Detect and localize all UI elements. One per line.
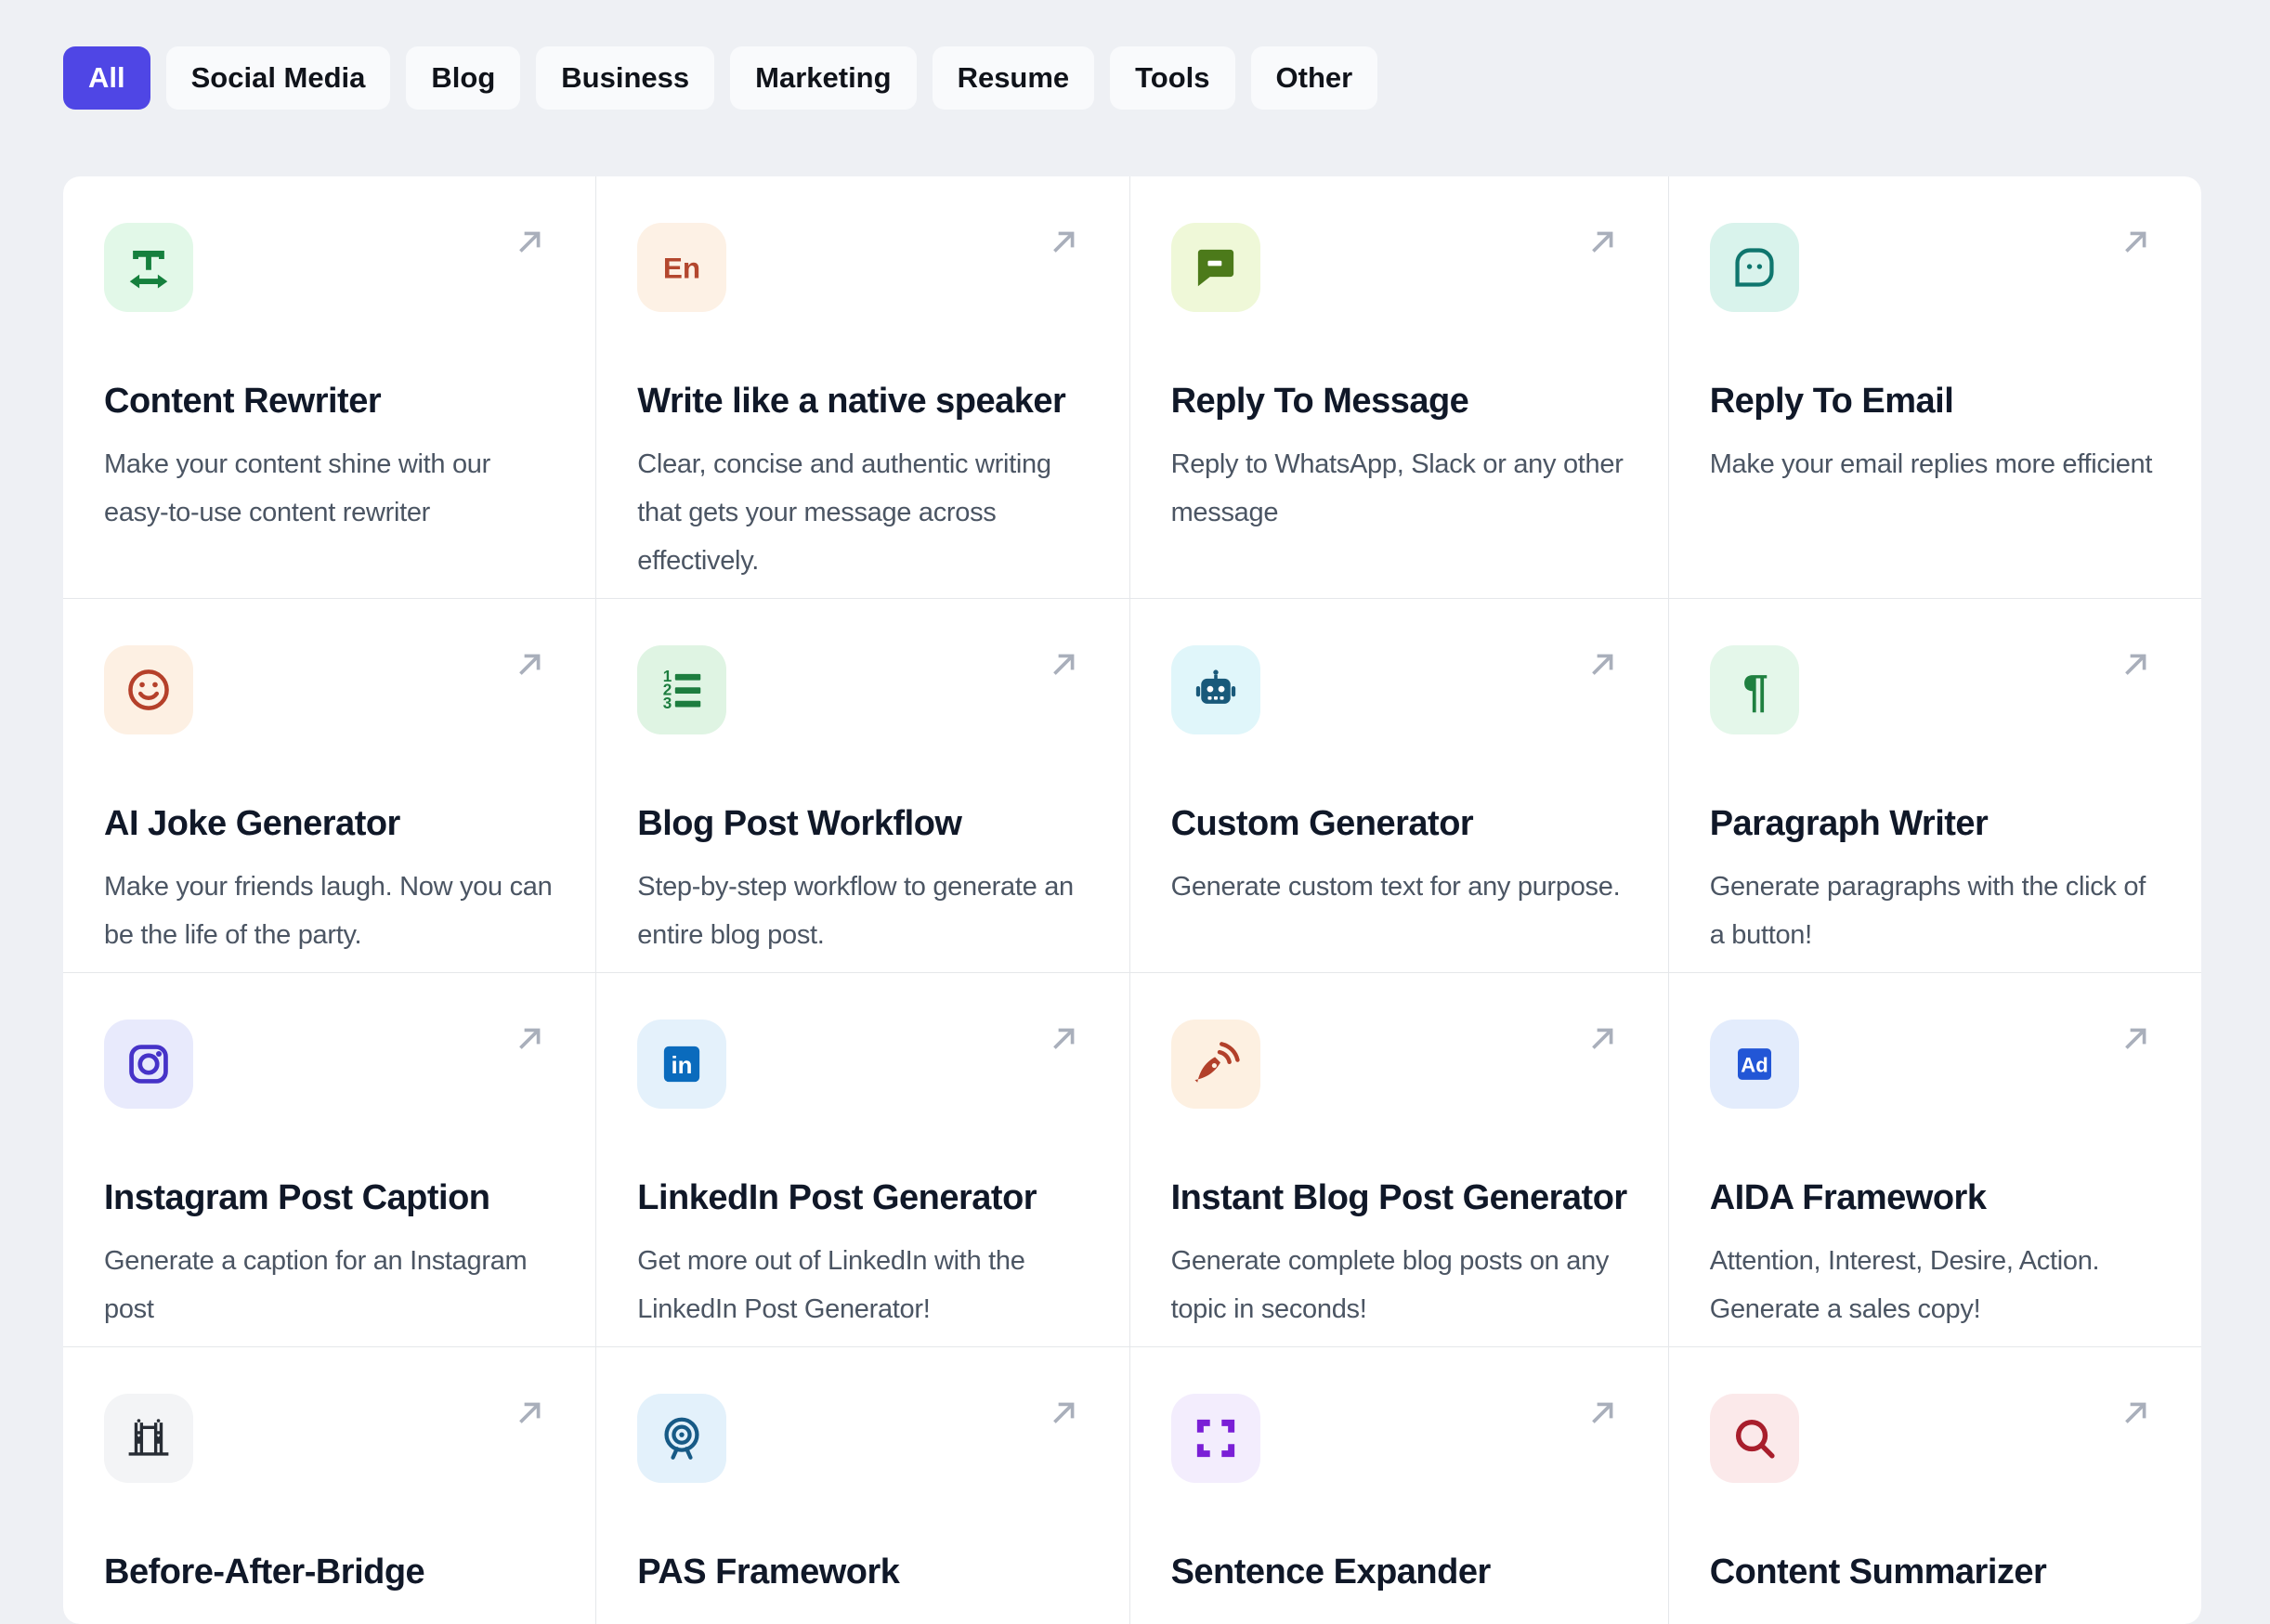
card-instagram-post-caption[interactable]: Instagram Post Caption Generate a captio… — [63, 973, 596, 1346]
tab-social-media[interactable]: Social Media — [165, 46, 391, 110]
svg-text:in: in — [672, 1053, 693, 1079]
expand-corners-icon — [1170, 1394, 1260, 1483]
svg-text:¶: ¶ — [1742, 666, 1768, 715]
open-tool-arrow-icon[interactable] — [508, 1392, 551, 1435]
card-description: Generate complete blog posts on any topi… — [1170, 1246, 1610, 1324]
tab-business[interactable]: Business — [536, 46, 715, 110]
card-write-like-a-native-speaker[interactable]: En Write like a native speaker Clear, co… — [596, 176, 1129, 598]
card-pas-framework[interactable]: PAS Framework — [596, 1347, 1129, 1624]
card-content-rewriter[interactable]: Content Rewriter Make your content shine… — [63, 176, 596, 598]
tab-tools[interactable]: Tools — [1110, 46, 1235, 110]
tab-all[interactable]: All — [63, 46, 150, 110]
robot-icon — [1170, 645, 1260, 734]
card-title: LinkedIn Post Generator — [637, 1178, 1037, 1217]
tab-other[interactable]: Other — [1250, 46, 1378, 110]
card-title: PAS Framework — [637, 1553, 900, 1592]
magnifier-icon — [1709, 1394, 1799, 1483]
card-description: Reply to WhatsApp, Slack or any other me… — [1170, 449, 1624, 527]
open-tool-arrow-icon[interactable] — [2114, 643, 2157, 686]
card-title: Custom Generator — [1170, 804, 1474, 843]
card-description: Make your email replies more efficient — [1709, 449, 2153, 479]
category-tabs: All Social Media Blog Business Marketing Resu… — [63, 46, 1378, 110]
card-description: Make your friends laugh. Now you can be … — [104, 872, 553, 950]
pen-signal-icon — [1170, 1020, 1260, 1109]
card-description: Generate paragraphs with the click of a … — [1709, 872, 2146, 950]
target-icon — [637, 1394, 727, 1483]
card-instant-blog-post-generator[interactable]: Instant Blog Post Generator Generate com… — [1129, 973, 1668, 1346]
card-title: Instagram Post Caption — [104, 1178, 490, 1217]
numbered-list-icon: 123 — [637, 645, 727, 734]
card-sentence-expander[interactable]: Sentence Expander — [1129, 1347, 1668, 1624]
tab-marketing[interactable]: Marketing — [730, 46, 917, 110]
pilcrow-icon: ¶ — [1709, 645, 1799, 734]
open-tool-arrow-icon[interactable] — [508, 221, 551, 264]
tools-grid: Content Rewriter Make your content shine… — [63, 176, 2201, 1624]
chat-bubble-minus-icon — [1170, 223, 1260, 312]
open-tool-arrow-icon[interactable] — [1581, 1018, 1624, 1060]
open-tool-arrow-icon[interactable] — [1042, 1018, 1085, 1060]
card-blog-post-workflow[interactable]: 123 Blog Post Workflow Step-by-step work… — [596, 599, 1129, 972]
card-title: Content Summarizer — [1709, 1553, 2047, 1592]
card-description: Get more out of LinkedIn with the Linked… — [637, 1246, 1025, 1324]
open-tool-arrow-icon[interactable] — [1042, 643, 1085, 686]
card-aida-framework[interactable]: Ad AIDA Framework Attention, Interest, D… — [1668, 973, 2201, 1346]
linkedin-icon: in — [637, 1020, 727, 1109]
card-before-after-bridge[interactable]: Before-After-Bridge — [63, 1347, 596, 1624]
open-tool-arrow-icon[interactable] — [1042, 221, 1085, 264]
card-description: Make your content shine with our easy-to… — [104, 449, 490, 527]
card-description: Generate custom text for any purpose. — [1170, 872, 1621, 902]
card-reply-to-email[interactable]: Reply To Email Make your email replies m… — [1668, 176, 2201, 598]
card-reply-to-message[interactable]: Reply To Message Reply to WhatsApp, Slac… — [1129, 176, 1668, 598]
card-title: Before-After-Bridge — [104, 1553, 425, 1592]
text-width-icon — [104, 223, 193, 312]
open-tool-arrow-icon[interactable] — [508, 643, 551, 686]
tab-blog[interactable]: Blog — [406, 46, 521, 110]
card-description: Attention, Interest, Desire, Action. Gen… — [1709, 1246, 2100, 1324]
english-letters-icon: En — [637, 223, 727, 312]
card-title: Instant Blog Post Generator — [1170, 1178, 1628, 1217]
svg-text:Ad: Ad — [1741, 1053, 1768, 1076]
card-description: Generate a caption for an Instagram post — [104, 1246, 528, 1324]
card-title: Write like a native speaker — [637, 382, 1066, 421]
card-content-summarizer[interactable]: Content Summarizer — [1668, 1347, 2201, 1624]
card-title: Reply To Message — [1170, 382, 1469, 421]
card-linkedin-post-generator[interactable]: in LinkedIn Post Generator Get more out … — [596, 973, 1129, 1346]
bridge-icon — [104, 1394, 193, 1483]
card-title: AI Joke Generator — [104, 804, 400, 843]
card-custom-generator[interactable]: Custom Generator Generate custom text fo… — [1129, 599, 1668, 972]
card-paragraph-writer[interactable]: ¶ Paragraph Writer Generate paragraphs w… — [1668, 599, 2201, 972]
card-ai-joke-generator[interactable]: AI Joke Generator Make your friends laug… — [63, 599, 596, 972]
card-title: Content Rewriter — [104, 382, 382, 421]
bubble-dots-icon — [1709, 223, 1799, 312]
open-tool-arrow-icon[interactable] — [2114, 1018, 2157, 1060]
smiley-icon — [104, 645, 193, 734]
instagram-icon — [104, 1020, 193, 1109]
open-tool-arrow-icon[interactable] — [1581, 1392, 1624, 1435]
ad-badge-icon: Ad — [1709, 1020, 1799, 1109]
card-title: Reply To Email — [1709, 382, 1954, 421]
svg-text:3: 3 — [663, 695, 672, 712]
open-tool-arrow-icon[interactable] — [2114, 221, 2157, 264]
svg-text:En: En — [663, 251, 700, 284]
open-tool-arrow-icon[interactable] — [1581, 221, 1624, 264]
tab-resume[interactable]: Resume — [932, 46, 1095, 110]
card-title: Blog Post Workflow — [637, 804, 962, 843]
card-title: Sentence Expander — [1170, 1553, 1492, 1592]
card-description: Clear, concise and authentic writing tha… — [637, 449, 1051, 576]
card-description: Step-by-step workflow to generate an ent… — [637, 872, 1074, 950]
open-tool-arrow-icon[interactable] — [508, 1018, 551, 1060]
open-tool-arrow-icon[interactable] — [1581, 643, 1624, 686]
open-tool-arrow-icon[interactable] — [1042, 1392, 1085, 1435]
card-title: AIDA Framework — [1709, 1178, 1987, 1217]
card-title: Paragraph Writer — [1709, 804, 1989, 843]
open-tool-arrow-icon[interactable] — [2114, 1392, 2157, 1435]
